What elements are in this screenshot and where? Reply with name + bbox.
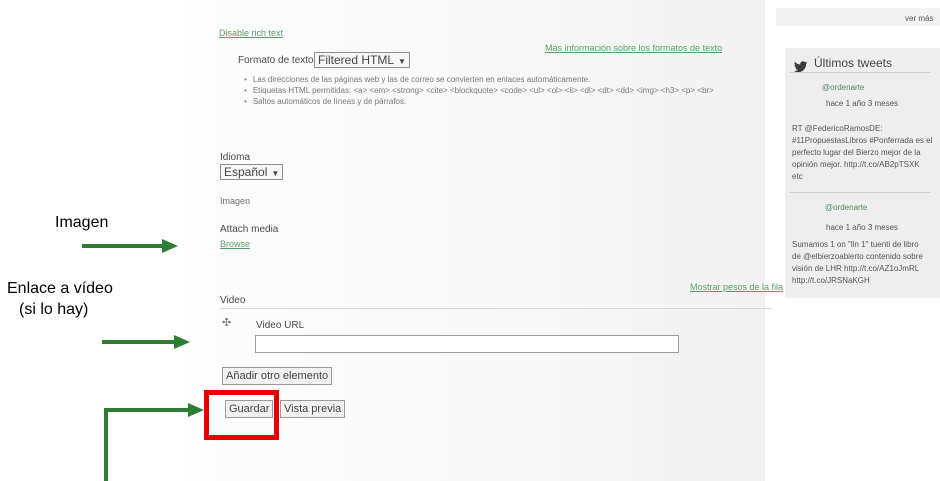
- image-field-label: Imagen: [220, 196, 251, 206]
- tweet-line: Sumamos 1 on "lln 1" tuenti de libro: [792, 240, 919, 249]
- annotation-video-label-line2: (si lo hay): [19, 301, 89, 318]
- video-url-label: Video URL: [256, 320, 305, 331]
- annotation-imagen-label: Imagen: [55, 214, 109, 231]
- video-section-divider: [220, 308, 772, 309]
- disable-rich-text-link[interactable]: Disable rich text: [219, 28, 283, 39]
- show-row-weights-link[interactable]: Mostrar pesos de la fila: [690, 282, 783, 293]
- tweet-divider: [790, 192, 930, 193]
- tweet-line: opinión mejor. http://t.co/AB2pTSXK: [792, 160, 920, 169]
- add-another-item-button[interactable]: Añadir otro elemento: [222, 367, 333, 385]
- video-section-label: Video: [220, 295, 246, 306]
- more-info-formats-link[interactable]: Más información sobre los formatos de te…: [545, 43, 722, 54]
- language-label: Idioma: [220, 152, 251, 163]
- video-url-input[interactable]: [255, 335, 679, 353]
- tweet-line: perfecto lugar del Bierzo mejor de la: [792, 148, 921, 157]
- tweet-line: RT @FedericoRamosDE:: [792, 124, 883, 133]
- chevron-down-icon: ▼: [271, 169, 280, 178]
- annotation-arrow-imagen: [82, 239, 178, 253]
- annotation-arrow-video: [102, 335, 190, 349]
- preview-button[interactable]: Vista previa: [280, 400, 346, 418]
- tweet-time: hace 1 año 3 meses: [826, 223, 899, 232]
- attach-media-browse-link[interactable]: Browse: [220, 239, 250, 250]
- format-tips-list: Las direcciones de las páginas web y las…: [244, 74, 714, 107]
- format-tip-item: Etiquetas HTML permitidas: <a> <em> <str…: [244, 85, 714, 96]
- annotation-arrow-save: [104, 403, 204, 481]
- tweets-divider: [790, 72, 930, 73]
- tweet-user[interactable]: @ordenarte: [825, 203, 867, 213]
- tweet-line: de @elbierzoabierto contenido sobre: [792, 252, 923, 261]
- format-tip-item: Saltos automáticos de líneas y de párraf…: [244, 96, 714, 107]
- annotation-video-label-line1: Enlace a vídeo: [7, 280, 113, 297]
- language-select[interactable]: Español ▼: [220, 164, 284, 180]
- tweet-line: http://t.co/JRSNaKGH: [792, 276, 870, 285]
- tweet-line: etc: [792, 172, 803, 181]
- tweet-time: hace 1 año 3 meses: [826, 99, 899, 108]
- chevron-down-icon: ▼: [398, 57, 406, 66]
- text-format-select[interactable]: Filtered HTML ▼: [314, 52, 410, 68]
- language-value: Español: [224, 165, 268, 179]
- tweet-line: visión de LHR http://t.co/AZ1oJmRL: [792, 264, 920, 273]
- tweet-user[interactable]: @ordenarte: [822, 83, 864, 93]
- tweets-title: Últimos tweets: [814, 56, 893, 70]
- format-tip-item: Las direcciones de las páginas web y las…: [244, 74, 714, 85]
- tweet-line: #11PropuestasLibros #Ponferrada es el: [792, 136, 933, 145]
- twitter-bird-icon: [794, 59, 808, 77]
- sidebar-top-link[interactable]: ver más: [905, 14, 933, 24]
- save-highlight-box: [204, 390, 279, 440]
- text-format-label: Formato de texto:: [238, 55, 317, 66]
- attach-media-label: Attach media: [220, 224, 279, 235]
- drag-handle-icon[interactable]: ✣: [222, 318, 231, 329]
- text-format-value: Filtered HTML: [318, 53, 395, 67]
